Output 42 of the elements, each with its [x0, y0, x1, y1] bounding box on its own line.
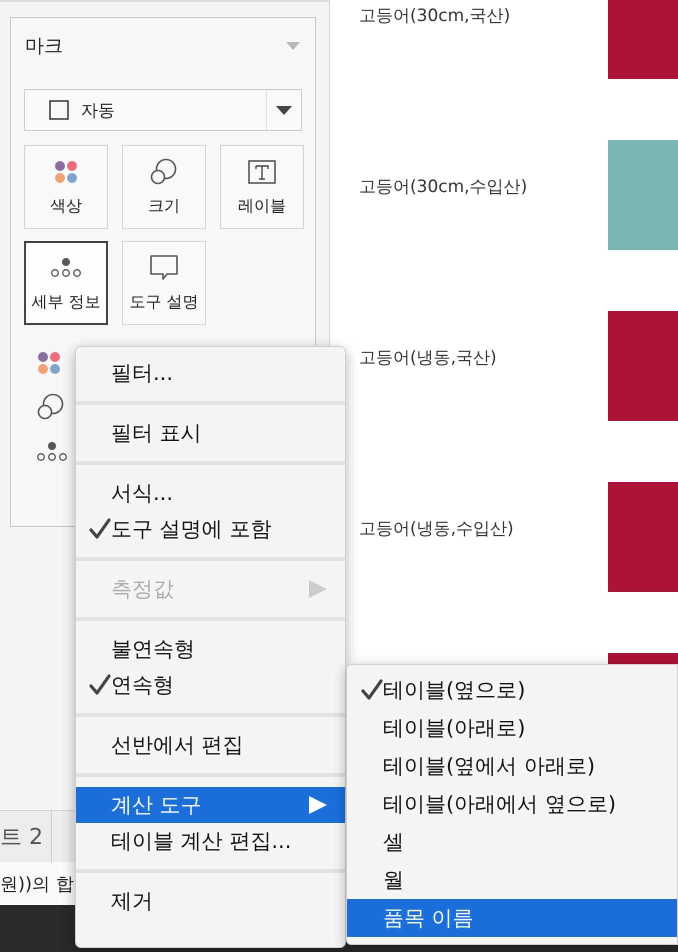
- row-label: 고등어(30cm,국산): [359, 5, 510, 28]
- menu-item[interactable]: 테이블(옆으로): [347, 671, 677, 709]
- menu-item[interactable]: 테이블(아래에서 옆으로): [347, 785, 677, 823]
- caret-icon: [276, 106, 292, 114]
- color-dots-icon: [54, 160, 78, 184]
- mark-type-dropdown[interactable]: 자동: [24, 89, 302, 131]
- menu-item[interactable]: 계산 도구: [76, 787, 345, 823]
- row-label: 고등어(30cm,수입산): [359, 176, 528, 199]
- color-dots-icon: [37, 351, 61, 375]
- menu-item[interactable]: 셀: [347, 823, 677, 861]
- menu-item[interactable]: 연속형: [76, 667, 345, 703]
- submenu-arrow-icon: [309, 580, 327, 598]
- speech-bubble-icon: [150, 255, 178, 280]
- menu-item[interactable]: 불연속형: [76, 631, 345, 667]
- row-label: 고등어(냉동,국산): [359, 347, 497, 370]
- menu-item[interactable]: 제거: [76, 883, 345, 919]
- status-text: 원))의 합: [0, 872, 74, 896]
- menu-item[interactable]: 품목 이름: [347, 899, 677, 937]
- menu-item[interactable]: 필터...: [76, 355, 345, 391]
- circles-icon: [37, 393, 65, 421]
- mark-property-button[interactable]: 크기: [122, 145, 206, 229]
- menu-item[interactable]: 테이블(아래로): [347, 709, 677, 747]
- menu-item[interactable]: 도구 설명에 포함: [76, 511, 345, 547]
- circles-icon: [150, 158, 178, 186]
- menu-item[interactable]: 선반에서 편집: [76, 727, 345, 763]
- menu-item[interactable]: 테이블(옆에서 아래로): [347, 747, 677, 785]
- menu-item[interactable]: 테이블 계산 편집...: [76, 823, 345, 859]
- menu-item[interactable]: 필터 표시: [76, 415, 345, 451]
- menu-item[interactable]: 월: [347, 861, 677, 899]
- mark-property-button[interactable]: 도구 설명: [122, 241, 206, 325]
- dots-icon: [51, 258, 81, 277]
- card-title: 마크: [25, 34, 63, 58]
- text-box-icon: [248, 160, 276, 184]
- row-label: 고등어(냉동,수입산): [359, 518, 514, 541]
- dots-icon: [37, 442, 67, 460]
- mark-property-button[interactable]: 레이블: [220, 145, 304, 229]
- menu-item[interactable]: 서식...: [76, 475, 345, 511]
- square-icon: [49, 100, 69, 120]
- mark-property-button[interactable]: 세부 정보: [24, 241, 108, 325]
- dropdown-arrow-icon[interactable]: [286, 42, 300, 50]
- mark-property-button[interactable]: 색상: [24, 145, 108, 229]
- submenu-arrow-icon: [309, 796, 327, 814]
